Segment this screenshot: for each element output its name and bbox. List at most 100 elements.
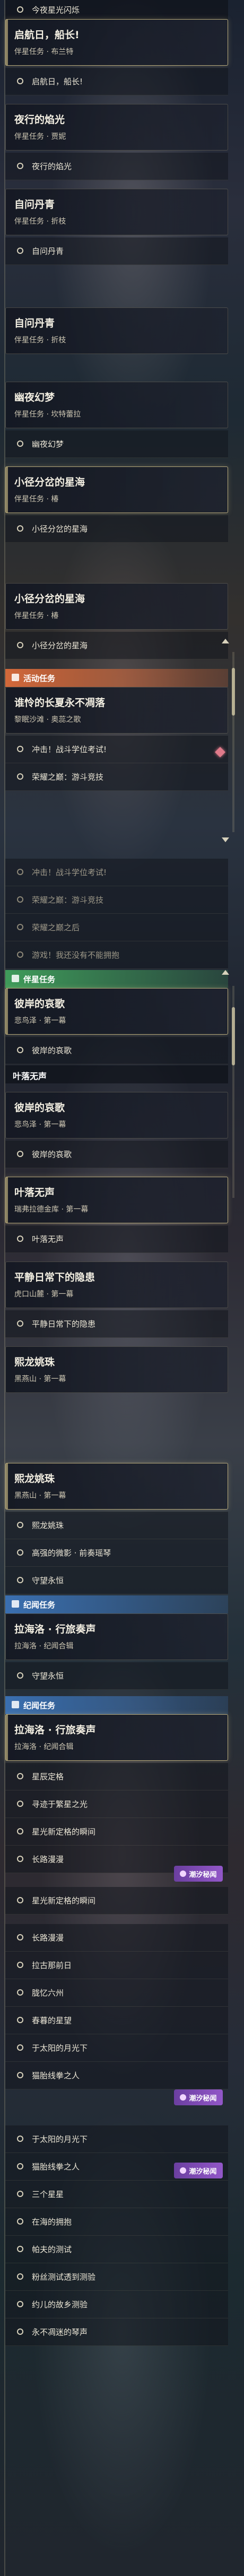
quest-title: 夜行的焰光 bbox=[14, 114, 65, 126]
list-item[interactable]: 粉丝测试透到测验 bbox=[5, 2263, 228, 2291]
list-item[interactable]: 小径分岔的星海 bbox=[5, 632, 228, 659]
list-item-label: 粉丝测试透到测验 bbox=[32, 2272, 96, 2282]
section-header-activity[interactable]: 活动任务 bbox=[5, 669, 228, 687]
radio-icon bbox=[17, 1828, 23, 1834]
list-item-label: 高强的微影 · 前奏瑶琴 bbox=[32, 1548, 111, 1558]
quest-card[interactable]: 自问丹青 伴星任务 · 折枝 bbox=[5, 189, 228, 235]
radio-icon bbox=[17, 1236, 23, 1242]
tag-label: 潮汐秘闻 bbox=[189, 2167, 217, 2176]
list-item[interactable]: 胧忆六州 bbox=[5, 1979, 228, 2007]
radio-icon bbox=[17, 1151, 23, 1157]
section-header-companion[interactable]: 伴星任务 bbox=[5, 970, 228, 988]
list-item-label: 平静日常下的隐患 bbox=[32, 1319, 96, 1329]
scroll-up-icon[interactable] bbox=[222, 639, 229, 643]
active-indicator bbox=[6, 989, 8, 1034]
list-item-label: 于太阳的月光下 bbox=[32, 2043, 88, 2053]
list-item[interactable]: 冲击！战斗学位考试! bbox=[5, 736, 228, 763]
list-item[interactable]: 守望永恒 bbox=[5, 1567, 228, 1594]
list-item[interactable]: 叶落无声 bbox=[5, 1225, 228, 1253]
radio-icon bbox=[17, 896, 23, 903]
radio-icon bbox=[17, 951, 23, 958]
list-item[interactable]: 猫胎线拳之人 bbox=[5, 2062, 228, 2089]
list-item[interactable]: 冲击！战斗学位考试! bbox=[5, 859, 228, 886]
list-item[interactable]: 三个星星 bbox=[5, 2181, 228, 2208]
list-item-label: 寻迹于繁星之光 bbox=[32, 1799, 88, 1809]
list-item[interactable]: 寻迹于繁星之光 bbox=[5, 1790, 228, 1818]
quest-card[interactable]: 启航日，船长! 伴星任务 · 布兰特 bbox=[5, 19, 228, 66]
section-header-collection[interactable]: 纪闻任务 bbox=[5, 1696, 228, 1714]
active-indicator bbox=[6, 1463, 8, 1509]
radio-icon bbox=[17, 2328, 23, 2335]
section-header-collection[interactable]: 纪闻任务 bbox=[5, 1595, 228, 1613]
list-item[interactable]: 夜行的焰光 bbox=[5, 153, 228, 180]
list-item[interactable]: 在海的拥抱 bbox=[5, 2208, 228, 2236]
list-item[interactable]: 高强的微影 · 前奏瑶琴 bbox=[5, 1539, 228, 1567]
list-item-label: 长路漫漫 bbox=[32, 1933, 64, 1943]
list-item[interactable]: 幽夜幻梦 bbox=[5, 430, 228, 458]
radio-icon bbox=[17, 1897, 23, 1903]
quest-title: 熙龙姚珠 bbox=[14, 1356, 55, 1368]
quest-card[interactable]: 彼岸的哀歌 悲鸟泽 · 第一幕 bbox=[5, 1092, 228, 1139]
list-item[interactable]: 平静日常下的隐患 bbox=[5, 1310, 228, 1338]
scroll-down-icon[interactable] bbox=[222, 837, 229, 842]
list-item[interactable]: 星光新定格的瞬间 bbox=[5, 1818, 228, 1846]
radio-icon bbox=[17, 248, 23, 254]
quest-title: 小径分岔的星海 bbox=[14, 477, 85, 488]
quest-card[interactable]: 小径分岔的星海 伴星任务 · 椿 bbox=[5, 466, 228, 513]
list-item[interactable]: 熙龙姚珠 bbox=[5, 1512, 228, 1539]
quest-subtitle: 悲鸟泽 · 第一幕 bbox=[14, 1017, 66, 1025]
list-item[interactable]: 荣耀之巅：游斗竞技 bbox=[5, 886, 228, 914]
list-item[interactable]: 春暮的星望 bbox=[5, 2007, 228, 2034]
list-item-label: 猫胎线拳之人 bbox=[32, 2162, 80, 2172]
list-item[interactable]: 约儿的故乡测验 bbox=[5, 2291, 228, 2318]
quest-card[interactable]: 熙龙姚珠 黑燕山 · 第一幕 bbox=[5, 1346, 228, 1393]
list-item[interactable]: 于太阳的月光下 bbox=[5, 2034, 228, 2062]
scroll-up-icon[interactable] bbox=[222, 970, 229, 975]
quest-subtitle: 伴星任务 · 布兰特 bbox=[14, 48, 74, 56]
radio-icon bbox=[17, 525, 23, 532]
list-item[interactable]: 帕夫的测试 bbox=[5, 2236, 228, 2263]
list-item[interactable]: 荣耀之巅：游斗竞技 bbox=[5, 763, 228, 791]
quest-card[interactable]: 拉海洛 · 行旅奏声 拉海洛 · 纪闻合辑 bbox=[5, 1714, 228, 1761]
list-item[interactable]: 长路漫漫 bbox=[5, 1924, 228, 1952]
quest-card[interactable]: 平静日常下的隐患 虎口山麓 · 第一幕 bbox=[5, 1261, 228, 1308]
quest-subtitle: 伴星任务 · 坎特蕾拉 bbox=[14, 410, 81, 419]
list-item[interactable]: 星光新定格的瞬间 bbox=[5, 1887, 228, 1915]
scrollbar-thumb[interactable] bbox=[232, 1007, 235, 1065]
list-item-label: 星辰定格 bbox=[32, 1772, 64, 1781]
quest-card[interactable]: 夜行的焰光 伴星任务 · 贾妮 bbox=[5, 104, 228, 151]
list-item[interactable]: 彼岸的哀歌 bbox=[5, 1141, 228, 1168]
list-item-label: 彼岸的哀歌 bbox=[32, 1046, 72, 1055]
list-item[interactable]: 于太阳的月光下 bbox=[5, 2125, 228, 2153]
quest-card[interactable]: 叶落无声 瑞弗拉德金库 · 第一幕 bbox=[5, 1177, 228, 1223]
section-title: 纪闻任务 bbox=[23, 1701, 56, 1710]
list-item[interactable]: 星辰定格 bbox=[5, 1763, 228, 1790]
list-item[interactable]: 游戏！我还没有不能拥抱 bbox=[5, 941, 228, 969]
radio-icon bbox=[17, 1522, 23, 1528]
activity-icon bbox=[12, 674, 19, 681]
list-item[interactable]: 彼岸的哀歌 bbox=[5, 1037, 228, 1064]
bar-label-text: 叶落无声 bbox=[13, 1071, 47, 1081]
list-item[interactable]: 小径分岔的星海 bbox=[5, 515, 228, 543]
quest-card[interactable]: 自问丹青 伴星任务 · 折枝 bbox=[5, 307, 228, 354]
radio-icon bbox=[17, 869, 23, 875]
list-item[interactable]: 今夜星光闪烁 bbox=[5, 0, 228, 19]
scrollbar-thumb[interactable] bbox=[232, 668, 235, 716]
list-item-label: 守望永恒 bbox=[32, 1671, 64, 1681]
list-item[interactable]: 拉古那前日 bbox=[5, 1952, 228, 1979]
list-item[interactable]: 守望永恒 bbox=[5, 1662, 228, 1690]
quest-card[interactable]: 小径分岔的星海 伴星任务 · 椿 bbox=[5, 583, 228, 630]
list-item[interactable]: 启航日，船长! bbox=[5, 68, 228, 95]
quest-title: 启航日，船长! bbox=[14, 29, 80, 41]
active-indicator bbox=[6, 20, 8, 65]
list-item[interactable]: 荣耀之巅之后 bbox=[5, 914, 228, 941]
quest-card[interactable]: 谁怜的长夏永不凋落 黎眠沙滩 · 奥蕊之歌 bbox=[5, 687, 228, 734]
list-item[interactable]: 永不凋迷的琴声 bbox=[5, 2318, 228, 2346]
quest-card[interactable]: 彼岸的哀歌 悲鸟泽 · 第一幕 bbox=[5, 988, 228, 1035]
quest-subtitle: 拉海洛 · 纪闻合辑 bbox=[14, 1642, 74, 1651]
radio-icon bbox=[17, 1934, 23, 1940]
quest-card[interactable]: 拉海洛 · 行旅奏声 拉海洛 · 纪闻合辑 bbox=[5, 1613, 228, 1660]
quest-card[interactable]: 熙龙姚珠 黑燕山 · 第一幕 bbox=[5, 1463, 228, 1510]
list-item[interactable]: 自问丹青 bbox=[5, 237, 228, 265]
quest-card[interactable]: 幽夜幻梦 伴星任务 · 坎特蕾拉 bbox=[5, 382, 228, 428]
